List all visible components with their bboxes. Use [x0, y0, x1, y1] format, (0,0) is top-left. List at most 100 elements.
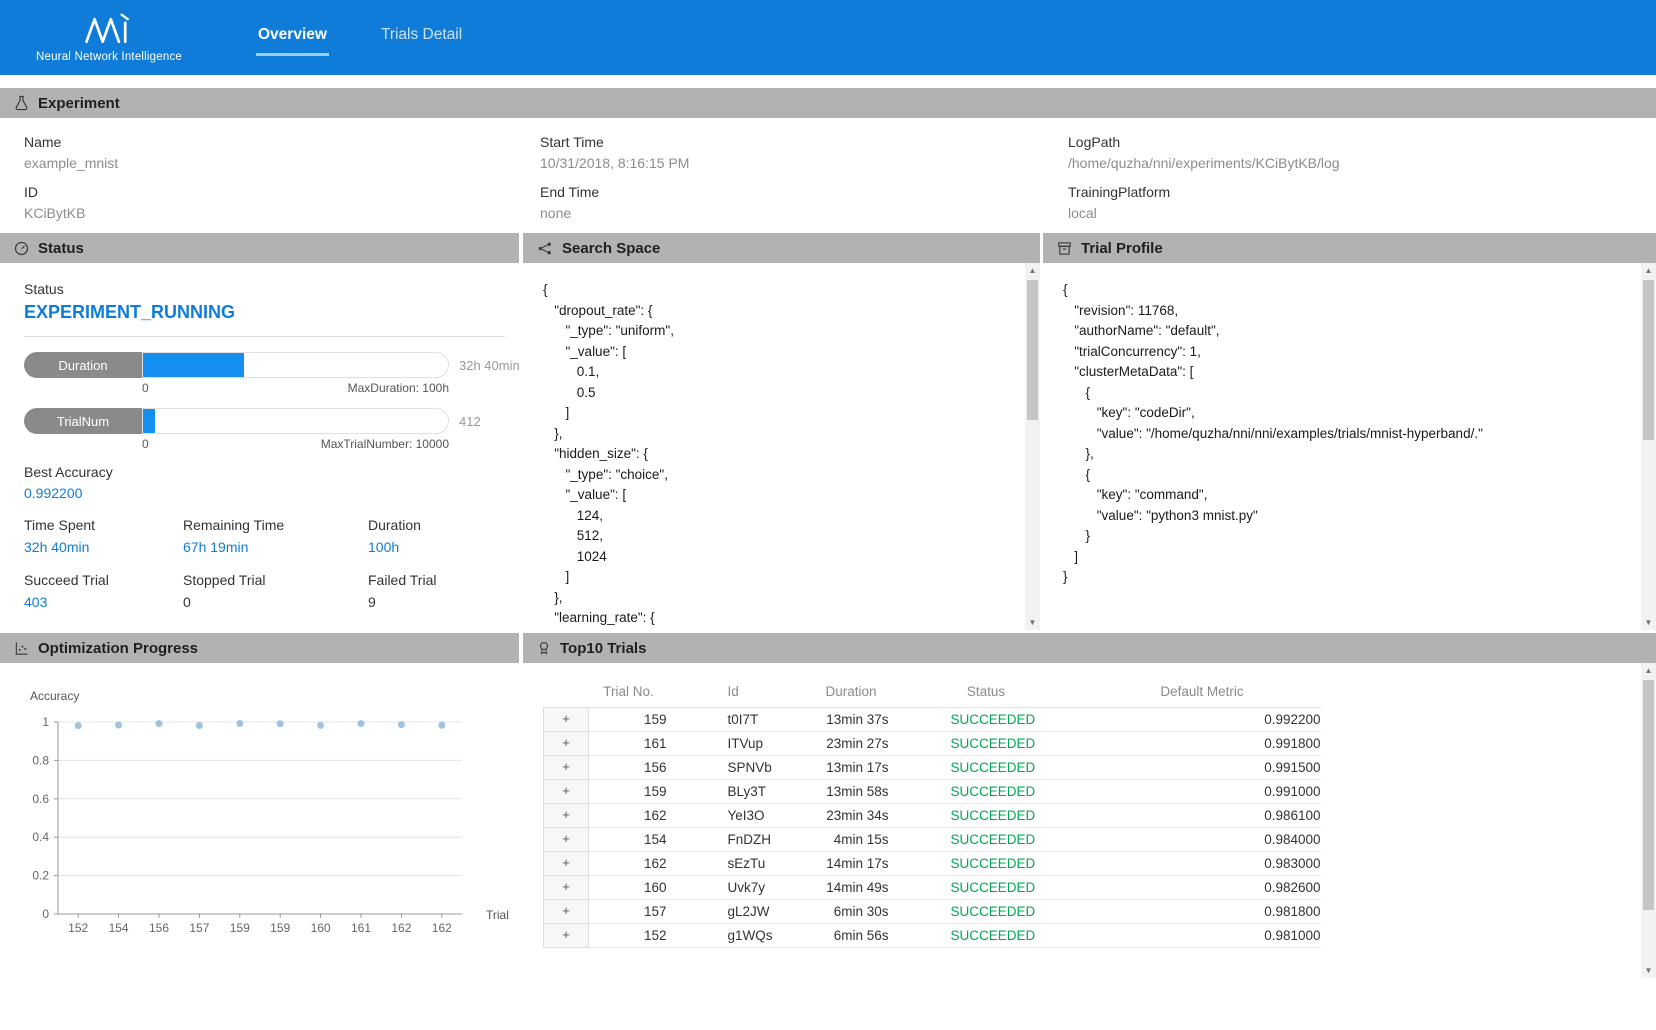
- json-line: ]: [543, 567, 1020, 588]
- divider: [24, 336, 505, 337]
- status-cell: SUCCEEDED: [889, 924, 1084, 948]
- tab-trials-detail[interactable]: Trials Detail: [379, 20, 464, 56]
- trial-profile-json: { "revision": 11768, "authorName": "defa…: [1043, 263, 1656, 630]
- y-tick-label: 1: [42, 715, 49, 729]
- expand-cell: +: [544, 732, 589, 756]
- scroll-thumb[interactable]: [1643, 280, 1654, 440]
- data-point: [317, 722, 324, 729]
- status-cell: SUCCEEDED: [889, 900, 1084, 924]
- status-cell: SUCCEEDED: [889, 708, 1084, 732]
- status-cell: SUCCEEDED: [889, 828, 1084, 852]
- scroll-thumb[interactable]: [1027, 280, 1038, 420]
- trial-no-cell: 154: [589, 828, 669, 852]
- y-tick-label: 0.6: [32, 792, 49, 806]
- x-tick-label: 152: [68, 921, 88, 935]
- experiment-column: Nameexample_mnistIDKCiBytKB: [24, 134, 540, 233]
- field-value: /home/quzha/nni/experiments/KCiBytKB/log: [1068, 155, 1656, 171]
- expand-row-button[interactable]: +: [558, 808, 574, 824]
- duration-max-label: MaxDuration: 100h: [348, 381, 449, 395]
- field-label: TrainingPlatform: [1068, 184, 1656, 200]
- duration-cell: 6min 56s: [814, 924, 889, 948]
- scroll-up-arrow[interactable]: ▲: [1025, 263, 1040, 278]
- expand-row-button[interactable]: +: [558, 712, 574, 728]
- expand-row-button[interactable]: +: [558, 880, 574, 896]
- metric-cell: 0.984000: [1084, 828, 1321, 852]
- json-line: "key": "command",: [1063, 485, 1636, 506]
- scroll-down-arrow[interactable]: ▼: [1641, 963, 1656, 978]
- experiment-status-value: EXPERIMENT_RUNNING: [24, 302, 519, 323]
- y-tick-label: 0.2: [32, 869, 49, 883]
- trial-profile-title: Trial Profile: [1081, 240, 1163, 257]
- json-line: 0.1,: [543, 362, 1020, 383]
- metric-cell: 0.986100: [1084, 804, 1321, 828]
- expand-row-button[interactable]: +: [558, 856, 574, 872]
- trial-no-cell: 162: [589, 852, 669, 876]
- stat-label: Remaining Time: [183, 517, 368, 533]
- json-line: 124,: [543, 506, 1020, 527]
- search-space-scrollbar[interactable]: ▲ ▼: [1025, 263, 1040, 630]
- expand-row-button[interactable]: +: [558, 736, 574, 752]
- json-line: "value": "/home/quzha/nni/nni/examples/t…: [1063, 424, 1636, 445]
- experiment-field: Nameexample_mnist: [24, 134, 540, 171]
- scroll-down-arrow[interactable]: ▼: [1641, 615, 1656, 630]
- trial-no-cell: 162: [589, 804, 669, 828]
- data-point: [115, 722, 122, 729]
- top10-trials-panel: Top10 Trials Trial No.IdDurationStatusDe…: [523, 633, 1656, 978]
- json-line: {: [1063, 465, 1636, 486]
- x-tick-label: 159: [270, 921, 290, 935]
- optimization-chart-area: 00.20.40.60.81AccuracyTrial1521541561571…: [0, 663, 519, 978]
- json-line: "_value": [: [543, 485, 1020, 506]
- metric-cell: 0.983000: [1084, 852, 1321, 876]
- scroll-thumb[interactable]: [1643, 680, 1654, 910]
- metric-cell: 0.992200: [1084, 708, 1321, 732]
- progress-bars: Duration32h 40min0MaxDuration: 100hTrial…: [24, 352, 519, 451]
- expand-row-button[interactable]: +: [558, 832, 574, 848]
- trialnum-progress-range: 0MaxTrialNumber: 10000: [142, 437, 449, 451]
- app-logo[interactable]: Neural Network Intelligence: [34, 12, 184, 63]
- json-line: "value": "python3 mnist.py": [1063, 506, 1636, 527]
- stat-succeed-trial: Succeed Trial403: [24, 572, 183, 610]
- scroll-up-arrow[interactable]: ▲: [1641, 663, 1656, 678]
- json-line: "dropout_rate": {: [543, 301, 1020, 322]
- search-space-title: Search Space: [562, 240, 660, 257]
- scroll-down-arrow[interactable]: ▼: [1025, 615, 1040, 630]
- trial-id-cell: FnDZH: [669, 828, 814, 852]
- json-line: "revision": 11768,: [1063, 301, 1636, 322]
- trialnum-progress-track: [142, 408, 449, 434]
- data-point: [75, 722, 82, 729]
- trial-row: +162YeI3O23min 34sSUCCEEDED0.986100: [544, 804, 1321, 828]
- app-header: Neural Network Intelligence Overview Tria…: [0, 0, 1656, 75]
- field-value: KCiBytKB: [24, 205, 540, 221]
- json-line: },: [543, 588, 1020, 609]
- expand-row-button[interactable]: +: [558, 928, 574, 944]
- nni-logo-icon: [78, 12, 140, 48]
- status-panel-title: Status: [38, 240, 84, 257]
- experiment-field: End Timenone: [540, 184, 1068, 221]
- trial-row: +159BLy3T13min 58sSUCCEEDED0.991000: [544, 780, 1321, 804]
- column-header-dur: Duration: [814, 679, 889, 708]
- expand-row-button[interactable]: +: [558, 784, 574, 800]
- expand-row-button[interactable]: +: [558, 760, 574, 776]
- metric-cell: 0.991000: [1084, 780, 1321, 804]
- json-line: ]: [1063, 547, 1636, 568]
- x-tick-label: 156: [149, 921, 169, 935]
- trial-row: +152g1WQs6min 56sSUCCEEDED0.981000: [544, 924, 1321, 948]
- scatter-chart-icon: [14, 641, 29, 656]
- search-space-panel: Search Space { "dropout_rate": { "_type"…: [523, 233, 1040, 630]
- field-value: local: [1068, 205, 1656, 221]
- json-line: 0.5: [543, 383, 1020, 404]
- stat-duration: Duration100h: [368, 517, 518, 555]
- top10-scrollbar[interactable]: ▲ ▼: [1641, 663, 1656, 978]
- scroll-up-arrow[interactable]: ▲: [1641, 263, 1656, 278]
- expand-row-button[interactable]: +: [558, 904, 574, 920]
- json-line: "authorName": "default",: [1063, 321, 1636, 342]
- trial-profile-scrollbar[interactable]: ▲ ▼: [1641, 263, 1656, 630]
- tab-overview[interactable]: Overview: [256, 20, 329, 56]
- stat-stopped-trial: Stopped Trial0: [183, 572, 368, 610]
- flask-icon: [14, 95, 29, 111]
- status-cell: SUCCEEDED: [889, 876, 1084, 900]
- duration-cell: 4min 15s: [814, 828, 889, 852]
- json-line: "key": "codeDir",: [1063, 403, 1636, 424]
- field-label: Start Time: [540, 134, 1068, 150]
- optimization-title: Optimization Progress: [38, 640, 198, 657]
